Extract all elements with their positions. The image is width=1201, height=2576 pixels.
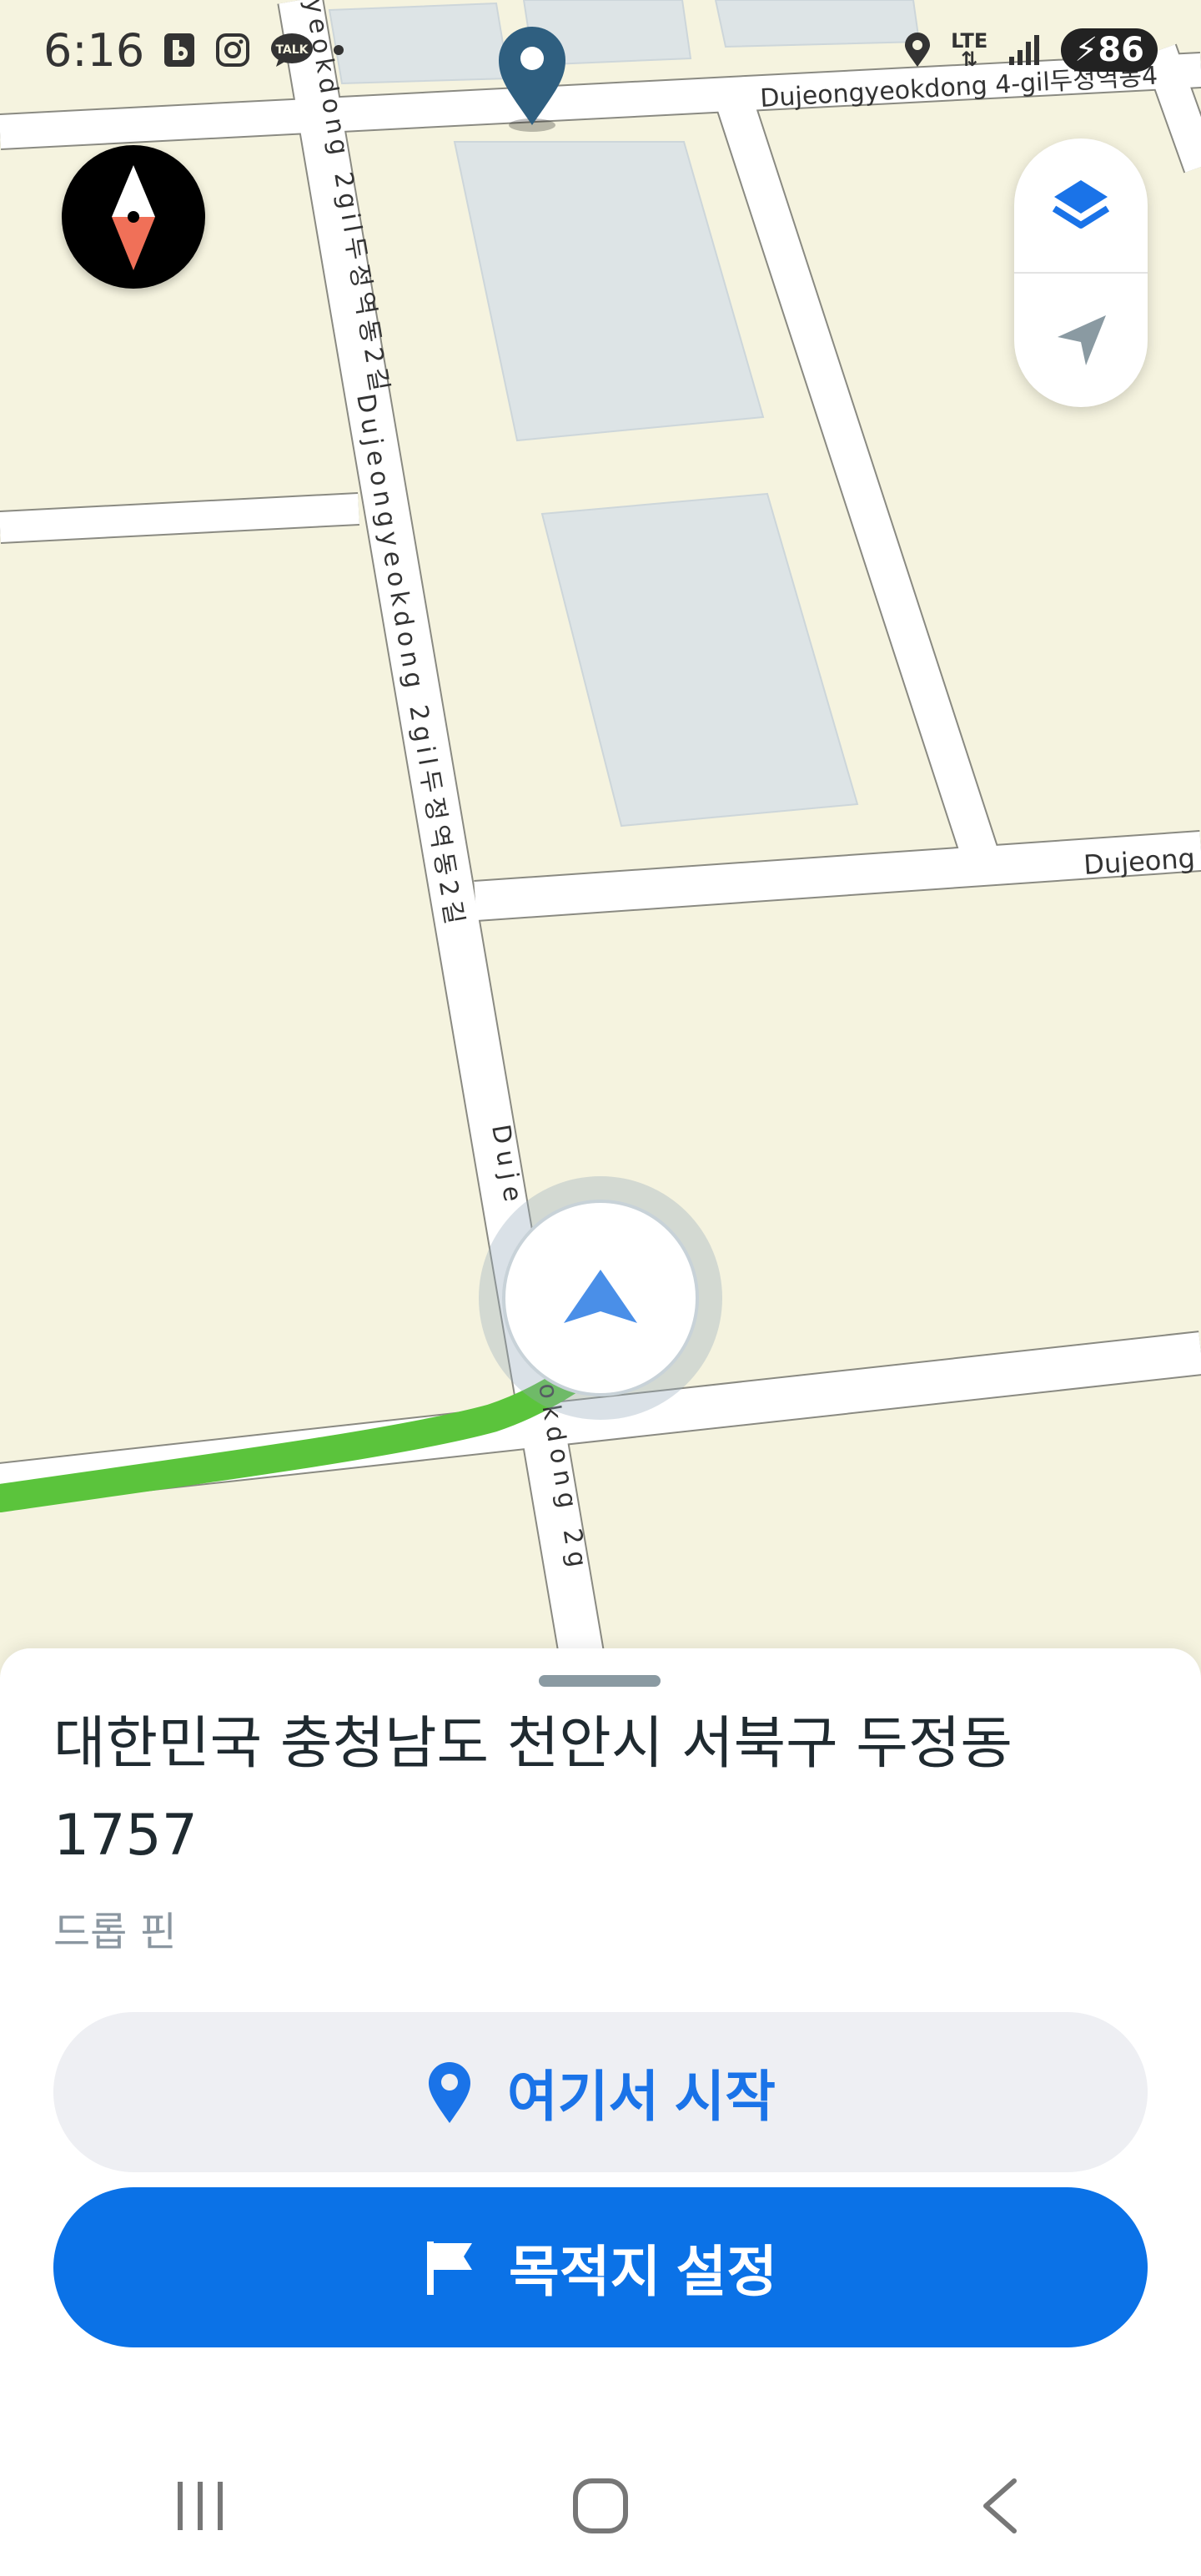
map-controls [1014,138,1148,407]
my-location-arrow-icon [1058,315,1106,365]
start-here-button[interactable]: 여기서 시작 [53,2012,1148,2172]
system-nav-bar [0,2436,1201,2576]
current-location-icon [479,1176,722,1420]
instagram-icon [214,32,251,68]
layers-icon [1052,180,1110,229]
battery-icon: ⚡86 [1061,28,1158,72]
compass-button[interactable] [62,145,205,289]
sheet-drag-handle[interactable] [539,1675,661,1687]
flag-icon [427,2241,473,2295]
set-destination-label: 목적지 설정 [509,2241,777,2302]
back-button[interactable] [951,2456,1051,2556]
battery-level: 86 [1098,31,1144,69]
location-pin-icon [429,2062,471,2123]
place-subtitle: 드롭 핀 [53,1909,177,1955]
location-icon [902,32,932,68]
signal-icon [1006,32,1043,68]
kakaotalk-icon: TALK [269,32,314,68]
recents-icon [178,2482,223,2530]
recents-button[interactable] [150,2456,250,2556]
b-app-icon [163,32,196,68]
status-time: 6:16 [43,23,145,77]
data-arrows-icon: ⇅ [961,48,978,71]
compass-icon [112,165,155,270]
place-address: 대한민국 충청남도 천안시 서북구 두정동 1757 [53,1711,1013,1869]
layers-button[interactable] [1014,138,1148,272]
my-location-button[interactable] [1014,274,1148,407]
status-bar: 6:16 TALK LTE ⇅ ⚡86 [0,0,1201,100]
home-icon [573,2478,628,2533]
status-left: 6:16 TALK [43,24,344,77]
home-button[interactable] [550,2456,651,2556]
start-here-label: 여기서 시작 [507,2065,776,2127]
svg-text:TALK: TALK [276,43,309,57]
back-icon [983,2478,1017,2533]
set-destination-button[interactable]: 목적지 설정 [53,2187,1148,2347]
status-right: LTE ⇅ ⚡86 [902,28,1158,72]
network-type: LTE ⇅ [951,31,987,71]
dot-icon [333,44,344,56]
